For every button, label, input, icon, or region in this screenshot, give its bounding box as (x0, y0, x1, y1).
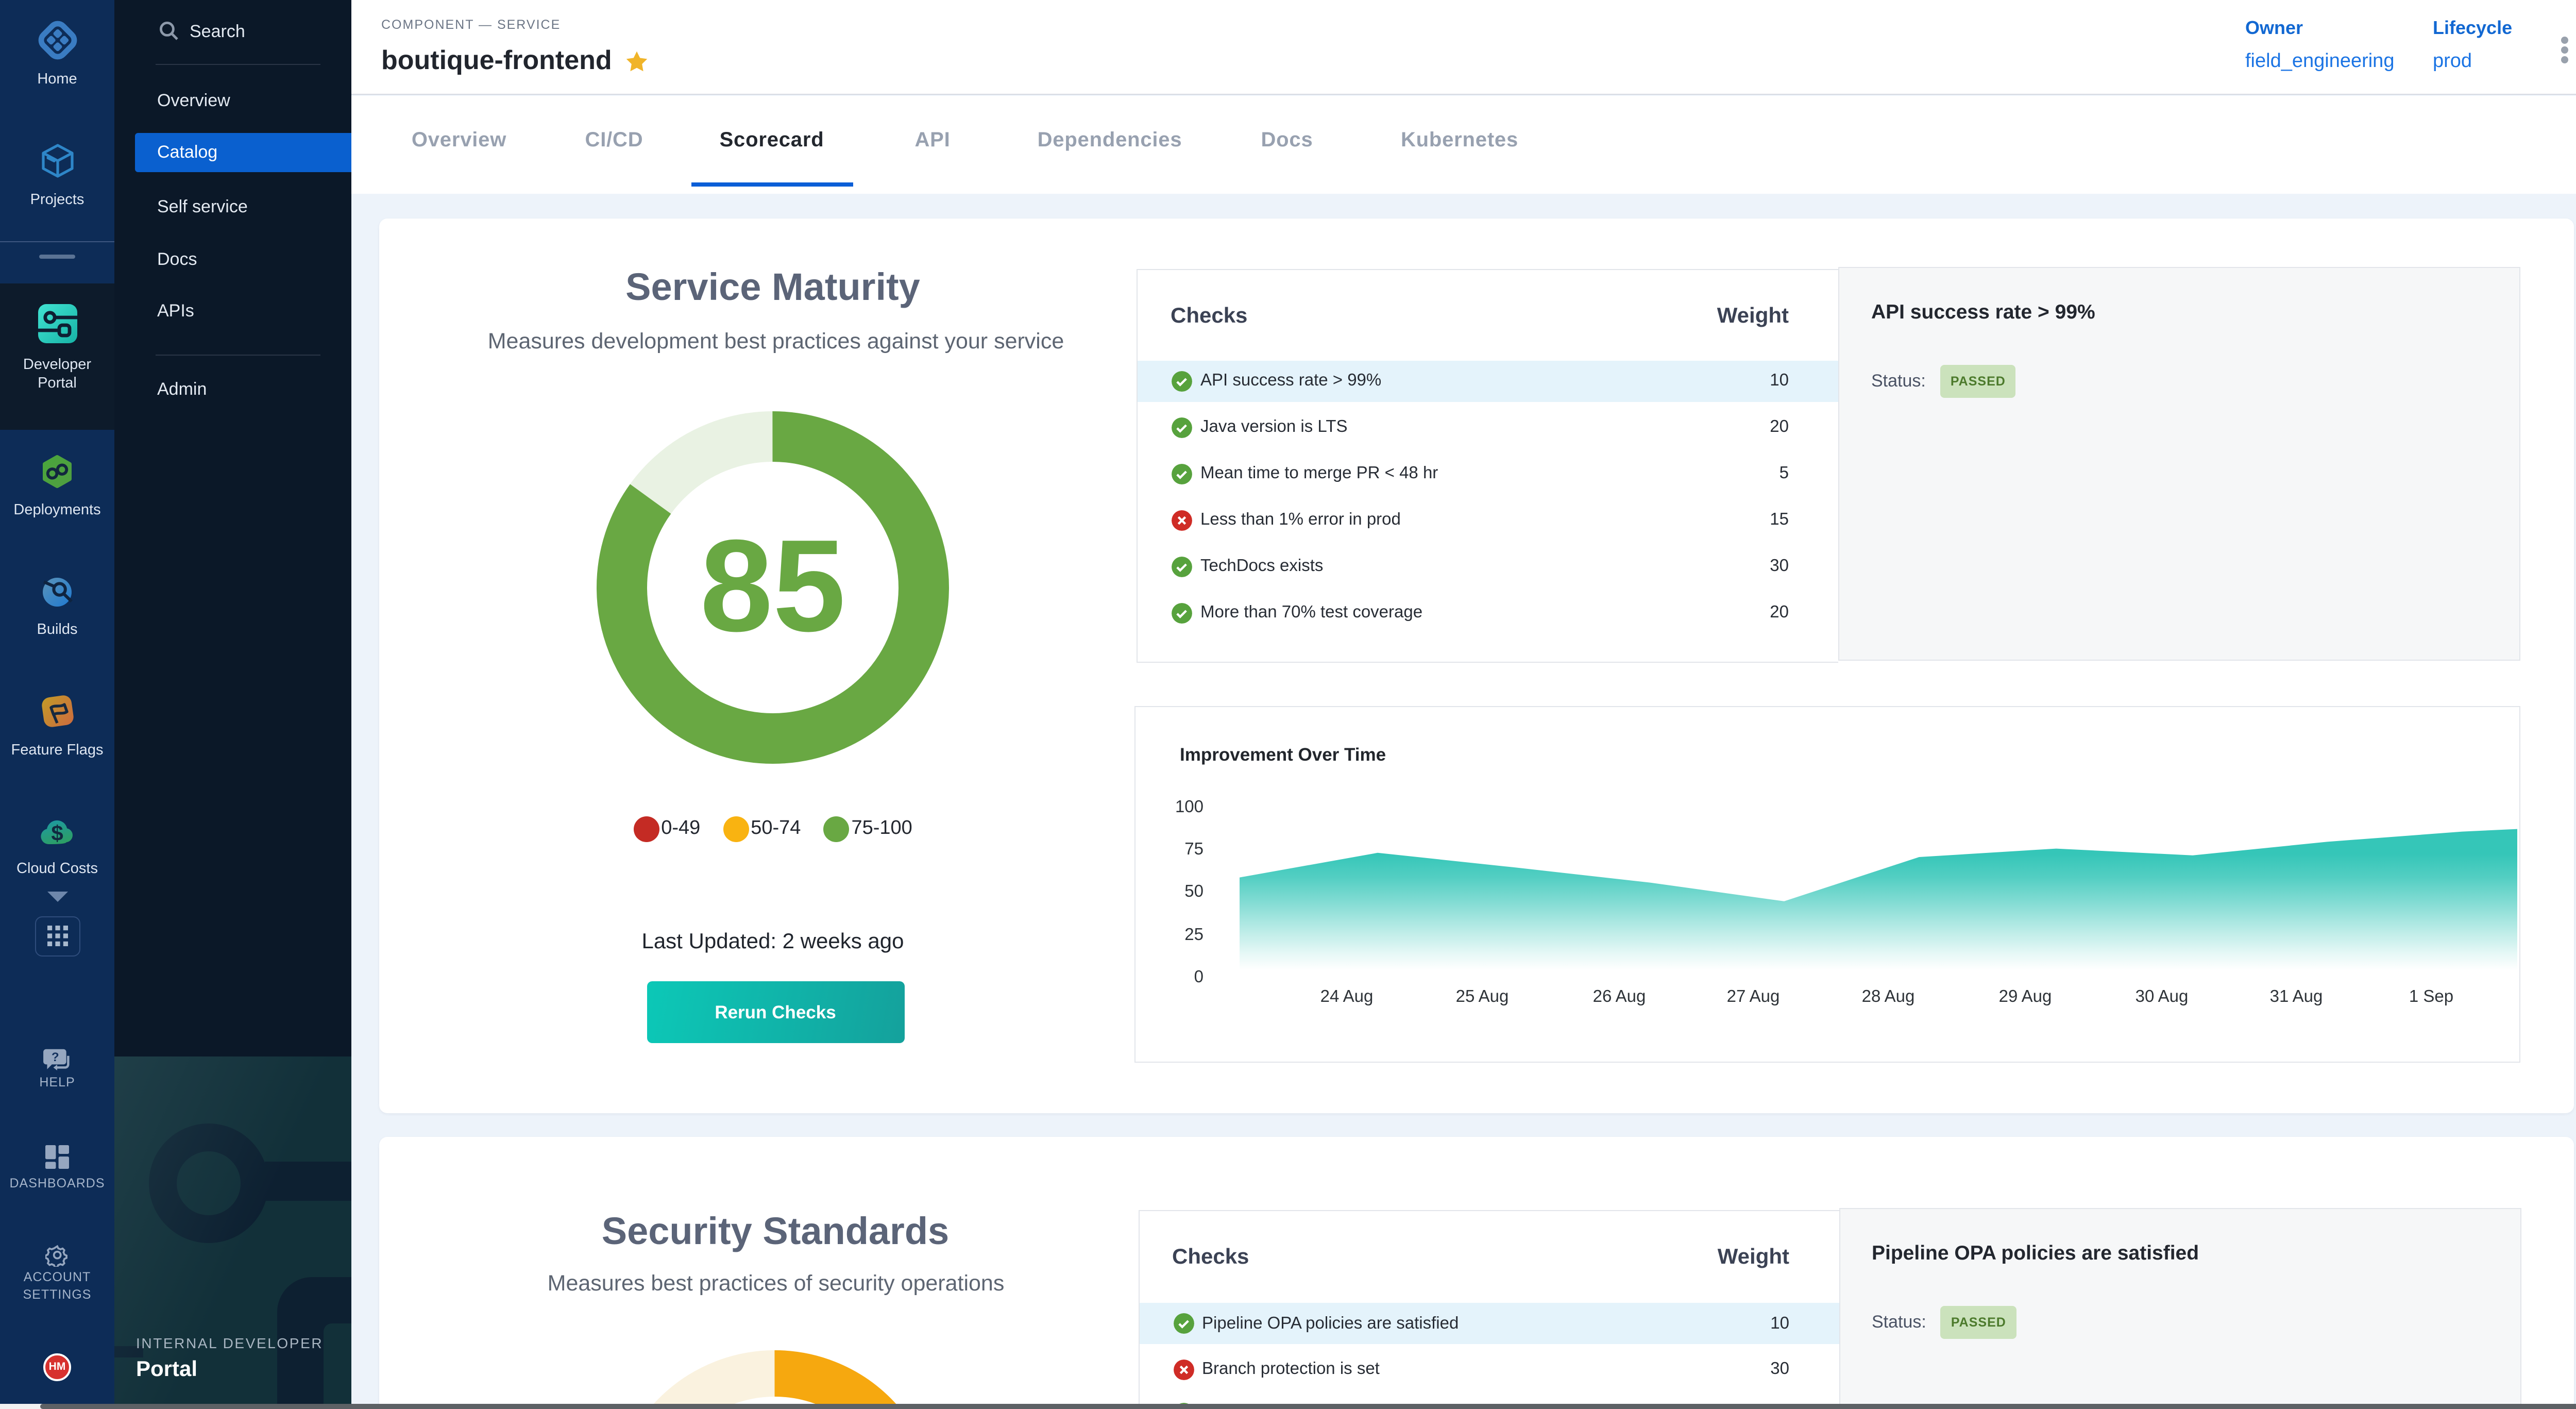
svg-text:50: 50 (1184, 881, 1204, 900)
svg-text:25 Aug: 25 Aug (1456, 986, 1509, 1005)
svg-text:27 Aug: 27 Aug (1727, 986, 1780, 1005)
svg-text:29 Aug: 29 Aug (1999, 986, 2052, 1005)
svg-text:75: 75 (1184, 839, 1204, 858)
svg-text:1 Sep: 1 Sep (2409, 986, 2453, 1005)
svg-text:30 Aug: 30 Aug (2136, 986, 2189, 1005)
svg-text:85: 85 (700, 512, 846, 659)
svg-text:0: 0 (1194, 967, 1204, 986)
svg-text:100: 100 (1175, 797, 1204, 816)
svg-text:$: $ (51, 821, 63, 845)
svg-text:25: 25 (1184, 925, 1204, 944)
svg-text:31 Aug: 31 Aug (2270, 986, 2323, 1005)
svg-text:26 Aug: 26 Aug (1593, 986, 1646, 1005)
svg-text:24 Aug: 24 Aug (1320, 986, 1374, 1005)
svg-text:?: ? (52, 1050, 59, 1064)
svg-text:28 Aug: 28 Aug (1862, 986, 1915, 1005)
